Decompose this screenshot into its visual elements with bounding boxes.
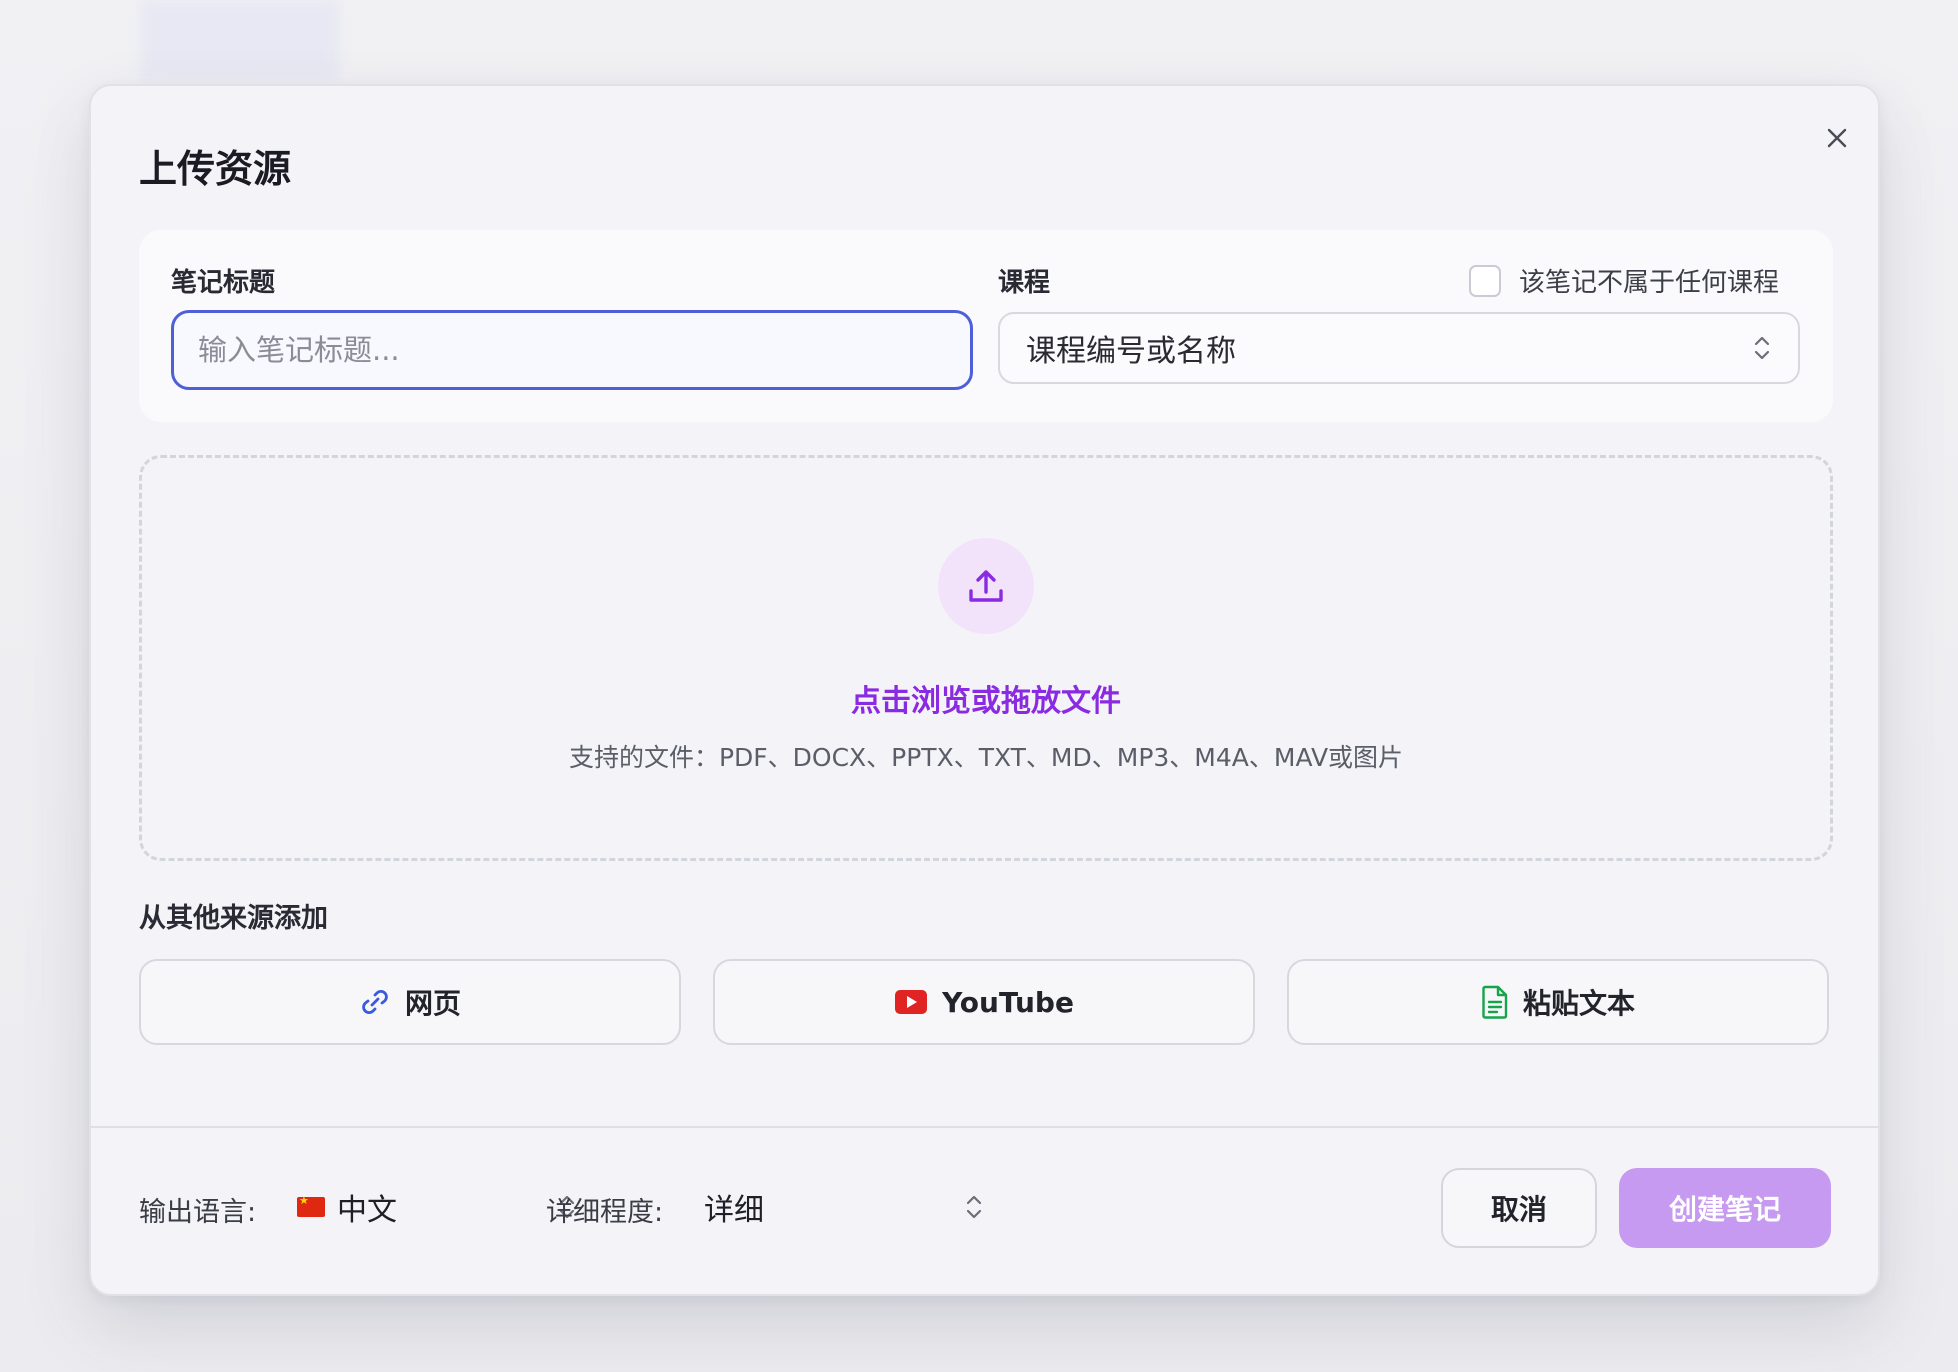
- background-app-element: [140, 0, 340, 80]
- youtube-icon: [895, 990, 928, 1014]
- dropzone-main-text: 点击浏览或拖放文件: [851, 684, 1121, 719]
- footer-divider: [91, 1126, 1878, 1128]
- youtube-source-button[interactable]: YouTube: [713, 959, 1255, 1045]
- chevron-updown-icon: [1754, 336, 1770, 360]
- output-language-select[interactable]: 中文: [297, 1176, 577, 1238]
- detail-level-value: 详细: [704, 1193, 764, 1228]
- other-sources-label: 从其他来源添加: [139, 903, 328, 934]
- china-flag-icon: [297, 1194, 325, 1217]
- output-language-label: 输出语言:: [139, 1197, 257, 1228]
- detail-level-select[interactable]: 详细: [704, 1176, 984, 1238]
- no-course-checkbox[interactable]: [1469, 264, 1501, 297]
- document-icon: [1482, 985, 1508, 1019]
- file-dropzone[interactable]: 点击浏览或拖放文件 支持的文件：PDF、DOCX、PPTX、TXT、MD、MP3…: [139, 455, 1833, 861]
- webpage-source-label: 网页: [404, 987, 461, 1020]
- upload-icon-circle: [938, 538, 1034, 634]
- chevron-updown-icon: [966, 1195, 982, 1219]
- note-details-card: 笔记标题 课程 该笔记不属于任何课程 课程编号或名称: [139, 230, 1833, 422]
- cancel-button[interactable]: 取消: [1441, 1168, 1597, 1248]
- link-icon: [362, 990, 388, 1014]
- create-note-button[interactable]: 创建笔记: [1619, 1168, 1831, 1248]
- youtube-source-label: YouTube: [942, 985, 1074, 1019]
- close-icon: [1827, 128, 1847, 148]
- dropzone-supported-text: 支持的文件：PDF、DOCX、PPTX、TXT、MD、MP3、M4A、MAV或图…: [568, 743, 1404, 772]
- course-select[interactable]: 课程编号或名称: [998, 312, 1800, 384]
- upload-icon: [969, 570, 1003, 602]
- course-select-value: 课程编号或名称: [1026, 334, 1236, 369]
- paste-text-source-label: 粘贴文本: [1522, 987, 1635, 1020]
- course-label: 课程: [998, 268, 1051, 298]
- note-title-input[interactable]: [171, 310, 973, 390]
- dialog-title: 上传资源: [139, 147, 292, 191]
- no-course-checkbox-label: 该笔记不属于任何课程: [1519, 268, 1780, 298]
- webpage-source-button[interactable]: 网页: [139, 959, 681, 1045]
- output-language-value: 中文: [337, 1193, 397, 1228]
- paste-text-source-button[interactable]: 粘贴文本: [1287, 959, 1829, 1045]
- close-button[interactable]: [1817, 118, 1857, 158]
- detail-level-label: 详细程度:: [546, 1197, 664, 1228]
- upload-resource-dialog: 上传资源 笔记标题 课程 该笔记不属于任何课程 课程编号或名称 点击浏览或拖放文…: [89, 84, 1880, 1296]
- note-title-label: 笔记标题: [171, 268, 276, 298]
- no-course-checkbox-row[interactable]: 该笔记不属于任何课程: [1469, 262, 1779, 299]
